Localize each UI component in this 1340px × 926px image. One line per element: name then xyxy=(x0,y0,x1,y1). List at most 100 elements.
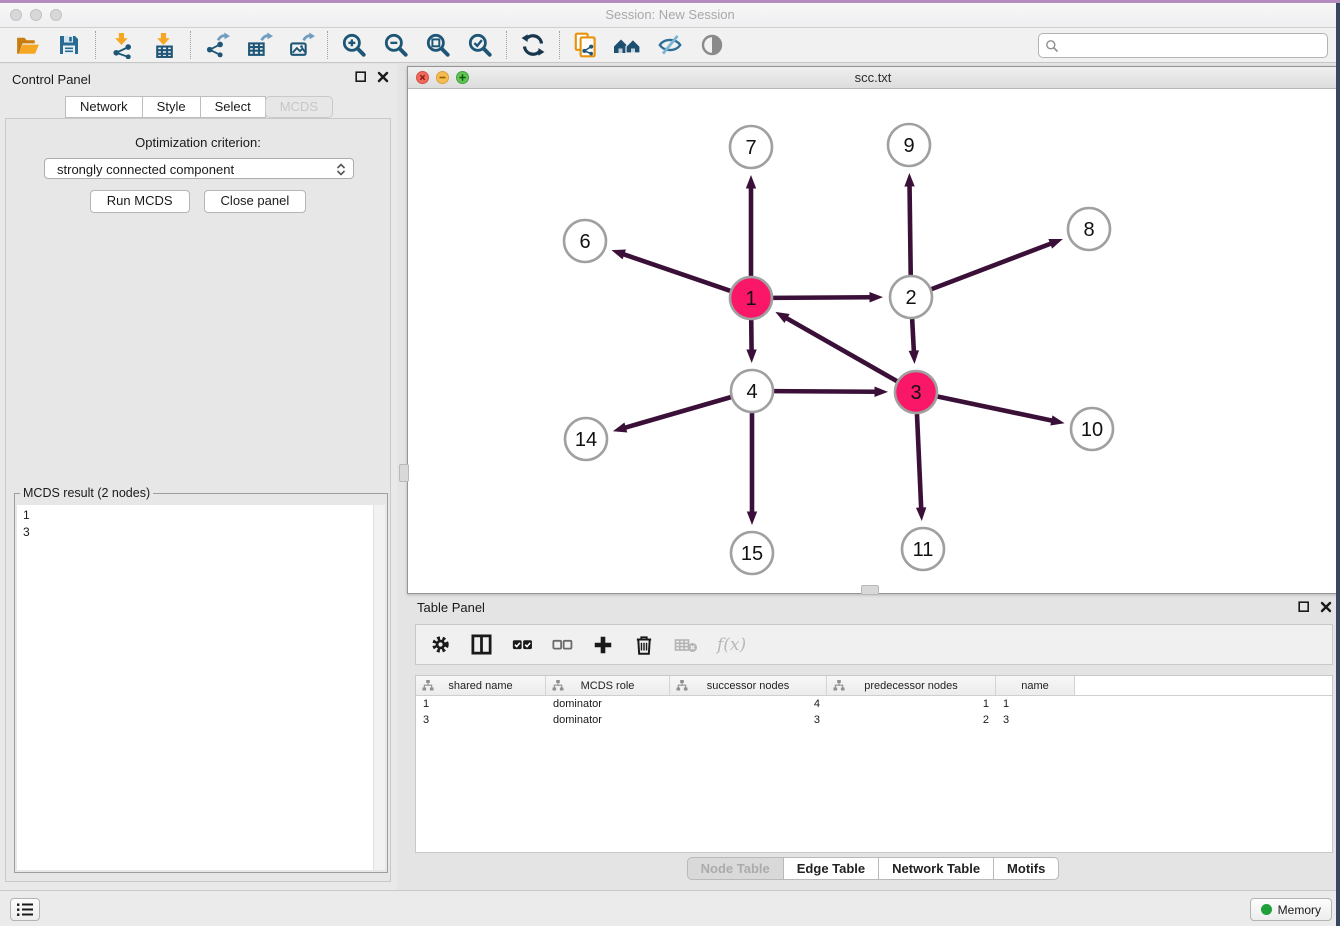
graph-edge-1-6[interactable] xyxy=(622,254,730,291)
graph-node-label: 9 xyxy=(903,135,914,157)
run-mcds-button[interactable]: Run MCDS xyxy=(90,190,190,213)
table-cell[interactable]: dominator xyxy=(546,698,670,710)
function-builder-icon[interactable]: f(x) xyxy=(717,635,746,655)
graph-edge-2-3[interactable] xyxy=(912,319,914,353)
graph-edge-3-10[interactable] xyxy=(938,397,1054,421)
hierarchy-icon xyxy=(422,680,434,691)
import-network-button[interactable] xyxy=(101,30,143,60)
hide-panels-icon xyxy=(656,31,684,59)
graph-node-9[interactable]: 9 xyxy=(888,124,930,166)
table-cell[interactable]: 1 xyxy=(827,698,996,710)
table-cell[interactable]: 3 xyxy=(670,714,827,726)
tab-edge-table[interactable]: Edge Table xyxy=(783,857,879,880)
splitter-handle-horizontal[interactable] xyxy=(861,585,879,595)
delete-table-icon[interactable] xyxy=(674,635,698,655)
refresh-button[interactable] xyxy=(512,30,554,60)
graph-edge-3-1[interactable] xyxy=(785,318,897,382)
memory-button[interactable]: Memory xyxy=(1250,898,1332,921)
clone-network-button[interactable] xyxy=(565,30,607,60)
column-header-successor-nodes[interactable]: successor nodes xyxy=(670,676,827,695)
tab-style[interactable]: Style xyxy=(142,96,201,118)
graph-node-3[interactable]: 3 xyxy=(895,371,937,413)
column-header-shared-name[interactable]: shared name xyxy=(416,676,546,695)
tab-mcds[interactable]: MCDS xyxy=(265,96,333,118)
float-panel-icon[interactable] xyxy=(1298,601,1310,613)
hide-panels-button[interactable] xyxy=(649,30,691,60)
table-header-row: shared nameMCDS rolesuccessor nodesprede… xyxy=(416,676,1332,696)
tab-motifs[interactable]: Motifs xyxy=(993,857,1059,880)
graph-node-label: 3 xyxy=(910,382,921,404)
column-header-mcds-role[interactable]: MCDS role xyxy=(546,676,670,695)
task-history-button[interactable] xyxy=(10,898,40,921)
graph-edge-1-2[interactable] xyxy=(773,297,872,298)
zoom-selected-button[interactable] xyxy=(459,30,501,60)
open-session-button[interactable] xyxy=(6,30,48,60)
add-row-icon[interactable] xyxy=(592,634,614,656)
graph-edge-2-8[interactable] xyxy=(932,243,1053,289)
table-cell[interactable]: 3 xyxy=(996,714,1075,726)
close-panel-button[interactable]: Close panel xyxy=(204,190,307,213)
toolbar-separator xyxy=(95,31,96,59)
mcds-result-text[interactable]: 1 3 xyxy=(17,505,373,870)
graph-node-8[interactable]: 8 xyxy=(1068,208,1110,250)
splitter-handle-vertical[interactable] xyxy=(399,464,409,482)
window-title: Session: New Session xyxy=(0,7,1340,22)
graph-node-label: 15 xyxy=(741,543,763,565)
graph-node-7[interactable]: 7 xyxy=(730,126,772,168)
network-window-titlebar[interactable]: scc.txt xyxy=(408,67,1338,89)
table-cell[interactable]: 3 xyxy=(416,714,546,726)
network-graph: 7 9 6 8 1 2 4 3 14 10 15 11 xyxy=(408,89,1338,593)
graph-node-1[interactable]: 1 xyxy=(730,277,772,319)
table-cell[interactable]: 1 xyxy=(996,698,1075,710)
graph-node-14[interactable]: 14 xyxy=(565,418,607,460)
close-panel-icon[interactable] xyxy=(377,71,389,83)
save-session-button[interactable] xyxy=(48,30,90,60)
refresh-icon xyxy=(520,32,546,58)
node-table[interactable]: shared nameMCDS rolesuccessor nodesprede… xyxy=(415,675,1333,853)
graph-node-15[interactable]: 15 xyxy=(731,532,773,574)
search-input[interactable] xyxy=(1063,38,1327,54)
graph-node-11[interactable]: 11 xyxy=(902,528,944,570)
home-button[interactable] xyxy=(607,30,649,60)
graph-node-10[interactable]: 10 xyxy=(1071,408,1113,450)
tab-node-table[interactable]: Node Table xyxy=(687,857,784,880)
zoom-out-button[interactable] xyxy=(375,30,417,60)
table-cell[interactable]: dominator xyxy=(546,714,670,726)
table-cell[interactable]: 2 xyxy=(827,714,996,726)
settings-icon[interactable] xyxy=(430,634,451,655)
network-canvas[interactable]: 7 9 6 8 1 2 4 3 14 10 15 11 xyxy=(408,89,1338,593)
search-field[interactable] xyxy=(1038,33,1328,58)
table-cell[interactable]: 4 xyxy=(670,698,827,710)
export-table-button[interactable] xyxy=(238,30,280,60)
zoom-fit-button[interactable] xyxy=(417,30,459,60)
select-all-icon[interactable] xyxy=(512,634,533,655)
export-network-button[interactable] xyxy=(196,30,238,60)
tab-network-table[interactable]: Network Table xyxy=(878,857,994,880)
delete-row-icon[interactable] xyxy=(633,634,655,656)
tab-network[interactable]: Network xyxy=(65,96,143,118)
table-row[interactable]: 1dominator411 xyxy=(416,696,1332,712)
column-view-icon[interactable] xyxy=(470,633,493,656)
graph-node-4[interactable]: 4 xyxy=(731,370,773,412)
import-table-button[interactable] xyxy=(143,30,185,60)
tab-select[interactable]: Select xyxy=(200,96,266,118)
close-panel-icon[interactable] xyxy=(1320,601,1332,613)
deselect-all-icon[interactable] xyxy=(552,634,573,655)
graph-edge-3-11[interactable] xyxy=(917,414,921,510)
graph-edge-2-9[interactable] xyxy=(910,184,911,275)
table-row[interactable]: 3dominator323 xyxy=(416,712,1332,728)
column-header-name[interactable]: name xyxy=(996,676,1075,695)
graph-node-6[interactable]: 6 xyxy=(564,220,606,262)
graph-edge-4-14[interactable] xyxy=(624,397,731,428)
toggle-views-button[interactable] xyxy=(691,30,733,60)
table-cell[interactable]: 1 xyxy=(416,698,546,710)
column-header-predecessor-nodes[interactable]: predecessor nodes xyxy=(827,676,996,695)
float-panel-icon[interactable] xyxy=(355,71,367,83)
criterion-select[interactable]: strongly connected component xyxy=(44,158,354,179)
export-image-button[interactable] xyxy=(280,30,322,60)
zoom-in-button[interactable] xyxy=(333,30,375,60)
optimization-criterion-label: Optimization criterion: xyxy=(6,135,390,150)
graph-edge-4-3[interactable] xyxy=(774,391,877,392)
graph-node-2[interactable]: 2 xyxy=(890,276,932,318)
result-scrollbar[interactable] xyxy=(373,505,385,870)
